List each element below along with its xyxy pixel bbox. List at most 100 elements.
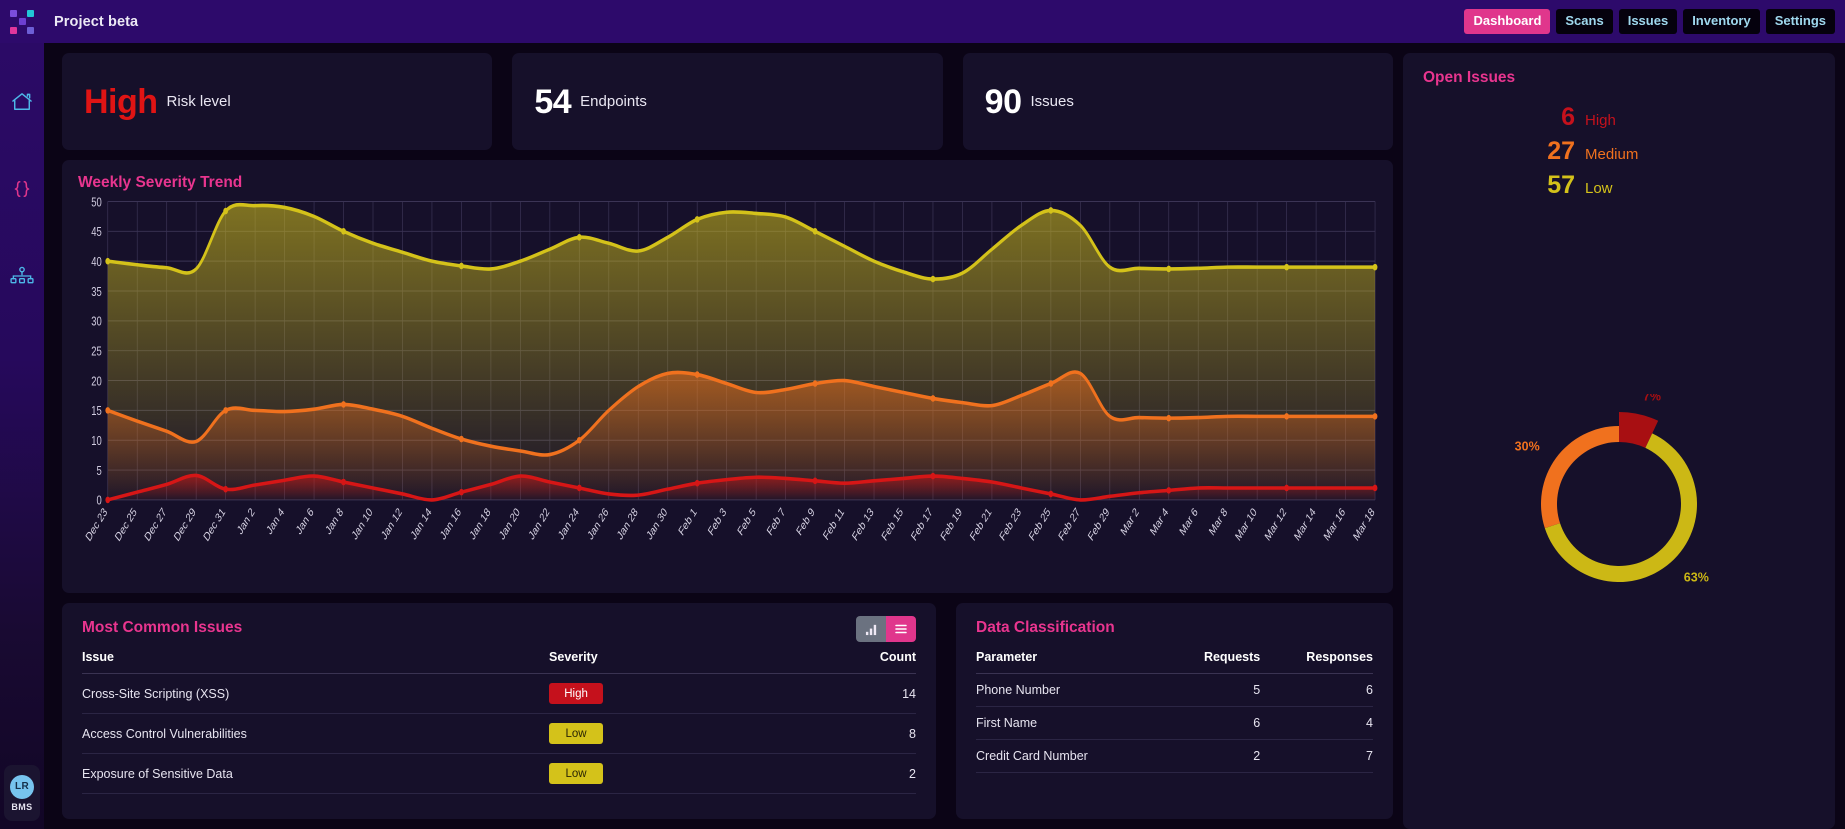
nav-item-scans[interactable]: Scans xyxy=(1556,9,1612,34)
table-row[interactable]: Phone Number56 xyxy=(976,674,1373,707)
bottom-panel-row: Most Common Issues xyxy=(62,603,1393,819)
issue-count: 14 xyxy=(769,674,916,714)
svg-text:15: 15 xyxy=(91,405,101,419)
svg-text:Feb 3: Feb 3 xyxy=(706,506,728,539)
svg-text:Jan 26: Jan 26 xyxy=(586,506,611,543)
svg-text:50: 50 xyxy=(91,196,101,210)
nav-item-settings[interactable]: Settings xyxy=(1766,9,1835,34)
svg-text:5: 5 xyxy=(97,465,102,479)
list-view-button[interactable] xyxy=(886,616,916,642)
logo-cell-1 xyxy=(19,10,26,17)
open-issues-card: Open Issues 6High27Medium57Low 7%63%30% xyxy=(1403,53,1835,829)
svg-text:35: 35 xyxy=(91,285,101,299)
svg-text:30: 30 xyxy=(91,315,101,329)
severity-cell: Low xyxy=(549,754,769,794)
svg-text:Jan 24: Jan 24 xyxy=(556,506,581,543)
severity-label: High xyxy=(1585,112,1616,129)
data-classification-title: Data Classification xyxy=(976,619,1373,637)
weekly-severity-trend-card: Weekly Severity Trend 051015202530354045… xyxy=(62,160,1393,593)
table-row[interactable]: First Name64 xyxy=(976,707,1373,740)
table-row[interactable]: Credit Card Number27 xyxy=(976,740,1373,773)
table-header-row: IssueSeverityCount xyxy=(82,650,916,674)
table-header-row: ParameterRequestsResponses xyxy=(976,650,1373,674)
issue-count: 2 xyxy=(769,754,916,794)
svg-text:Feb 11: Feb 11 xyxy=(821,506,846,543)
sidebar-item-home[interactable] xyxy=(5,85,39,119)
logo-cell-6 xyxy=(10,27,17,34)
logo-cell-4 xyxy=(19,18,26,25)
stat-value: 90 xyxy=(985,85,1022,119)
stat-label: Issues xyxy=(1030,93,1073,110)
open-issues-title: Open Issues xyxy=(1423,69,1815,87)
list-icon xyxy=(894,623,908,635)
left-column: HighRisk level54Endpoints90Issues Weekly… xyxy=(62,53,1393,829)
account-label: BMS xyxy=(11,802,32,812)
nav-item-dashboard[interactable]: Dashboard xyxy=(1464,9,1550,34)
responses-count: 7 xyxy=(1260,740,1373,773)
avatar: LR xyxy=(10,775,34,799)
stat-label: Risk level xyxy=(167,93,231,110)
open-issues-donut[interactable]: 7%63%30% xyxy=(1423,204,1815,813)
page-title: Project beta xyxy=(54,14,138,30)
svg-text:Feb 7: Feb 7 xyxy=(765,506,787,539)
column-header-issue: Issue xyxy=(82,650,549,674)
main-content: HighRisk level54Endpoints90Issues Weekly… xyxy=(44,43,1845,829)
parameter-name: First Name xyxy=(976,707,1165,740)
account-menu[interactable]: LR BMS xyxy=(4,765,40,821)
svg-text:25: 25 xyxy=(91,345,101,359)
bar-chart-icon xyxy=(865,623,878,636)
responses-count: 6 xyxy=(1260,674,1373,707)
svg-text:Mar 2: Mar 2 xyxy=(1119,506,1141,539)
svg-text:Jan 6: Jan 6 xyxy=(294,506,316,538)
logo-cell-3 xyxy=(10,18,17,25)
svg-text:Jan 28: Jan 28 xyxy=(615,506,640,543)
logo-cell-0 xyxy=(10,10,17,17)
table-row[interactable]: Cross-Site Scripting (XSS)High 14 xyxy=(82,674,916,714)
responses-count: 4 xyxy=(1260,707,1373,740)
stat-card-issues: 90 Issues xyxy=(963,53,1393,150)
top-bar: Project beta DashboardScans IssuesInvento… xyxy=(0,0,1845,43)
sidebar-item-api[interactable] xyxy=(5,172,39,206)
parameter-name: Credit Card Number xyxy=(976,740,1165,773)
severity-count: 6 xyxy=(1533,103,1575,132)
table-body: Cross-Site Scripting (XSS)High14Access C… xyxy=(82,674,916,794)
table-row[interactable]: Exposure of Sensitive DataLow2 xyxy=(82,754,916,794)
column-header-severity: Severity xyxy=(549,650,769,674)
trend-chart-plot[interactable]: 05101520253035404550Dec 23Dec 25Dec 27De… xyxy=(72,196,1383,593)
svg-text:45: 45 xyxy=(91,226,101,240)
nav-item-issues[interactable]: Issues xyxy=(1619,9,1677,34)
severity-summary-list: 6High27Medium57Low xyxy=(1423,103,1815,204)
stat-label: Endpoints xyxy=(580,93,647,110)
svg-text:Mar 4: Mar 4 xyxy=(1148,506,1170,539)
svg-text:Feb 21: Feb 21 xyxy=(968,506,994,544)
severity-label: Low xyxy=(1585,180,1613,197)
issue-name: Cross-Site Scripting (XSS) xyxy=(82,674,549,714)
sidebar: LR BMS xyxy=(0,43,44,829)
stat-card-row: HighRisk level54Endpoints90Issues xyxy=(62,53,1393,150)
svg-text:Jan 12: Jan 12 xyxy=(380,506,405,543)
issue-name: Access Control Vulnerabilities xyxy=(82,714,549,754)
column-header-parameter: Parameter xyxy=(976,650,1165,674)
right-column: Open Issues 6High27Medium57Low 7%63%30% xyxy=(1403,53,1835,829)
trend-chart-labels: 05101520253035404550Dec 23Dec 25Dec 27De… xyxy=(72,196,1383,593)
app-logo[interactable] xyxy=(0,10,44,34)
severity-cell: Low xyxy=(549,714,769,754)
status-badge: Low xyxy=(549,723,603,744)
data-classification-panel: Data Classification ParameterRequestsRes… xyxy=(956,603,1393,819)
svg-text:30%: 30% xyxy=(1515,439,1540,453)
most-common-issues-title: Most Common Issues xyxy=(82,619,916,637)
sitemap-icon xyxy=(10,266,34,286)
svg-text:Jan 8: Jan 8 xyxy=(324,506,346,538)
nav-item-inventory[interactable]: Inventory xyxy=(1683,9,1760,34)
main-nav: DashboardScans IssuesInventorySettings xyxy=(1464,9,1845,34)
bar-chart-view-button[interactable] xyxy=(856,616,886,642)
home-icon xyxy=(11,92,33,112)
svg-text:Feb 5: Feb 5 xyxy=(736,506,758,539)
table-row[interactable]: Access Control VulnerabilitiesLow8 xyxy=(82,714,916,754)
parameter-name: Phone Number xyxy=(976,674,1165,707)
svg-text:Feb 19: Feb 19 xyxy=(939,506,965,544)
svg-text:Jan 30: Jan 30 xyxy=(645,506,670,543)
status-badge: High xyxy=(549,683,603,704)
sidebar-item-inventory[interactable] xyxy=(5,259,39,293)
stat-card-risk-level: HighRisk level xyxy=(62,53,492,150)
